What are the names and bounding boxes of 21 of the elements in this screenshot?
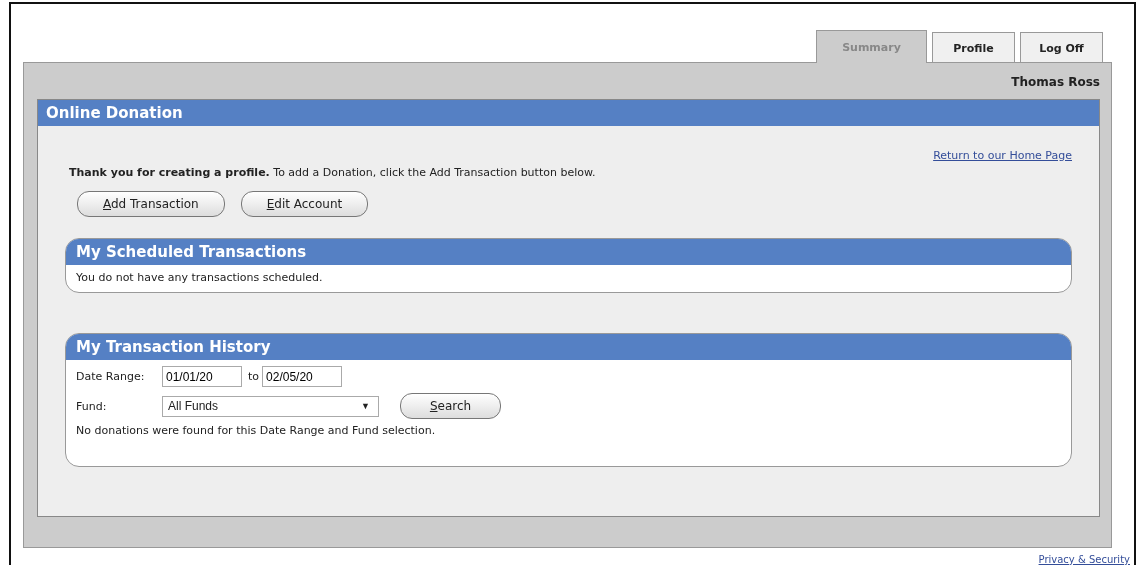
action-button[interactable]: Add Transaction bbox=[77, 191, 225, 217]
action-button[interactable]: Edit Account bbox=[240, 191, 369, 217]
search-button[interactable]: Search bbox=[400, 393, 501, 419]
message-text: You do not have any transactions scheduled. bbox=[75, 270, 324, 284]
date-field[interactable]: 02/05/20 bbox=[262, 366, 343, 387]
user-name: Thomas Ross bbox=[1010, 74, 1100, 91]
section-title: My Transaction History bbox=[66, 334, 1071, 360]
intro-text: Thank you for creating a profile. To add a Donation, click the Add Transaction button below. bbox=[68, 165, 596, 179]
field-label: to bbox=[248, 370, 260, 383]
fund-dropdown[interactable]: All Funds ▼ bbox=[162, 395, 379, 417]
tab[interactable]: Log Off bbox=[1020, 32, 1103, 63]
privacy-link[interactable]: Privacy & Security bbox=[1038, 554, 1130, 565]
home-link[interactable]: Return to our Home Page bbox=[933, 149, 1072, 162]
section-title: My Scheduled Transactions bbox=[66, 239, 1071, 265]
dropdown-arrow-icon: ▼ bbox=[361, 401, 370, 411]
panel-title: Online Donation bbox=[38, 100, 1099, 126]
message-text: No donations were found for this Date Range and Fund selection. bbox=[75, 423, 437, 437]
date-field[interactable]: 01/01/20 bbox=[162, 366, 242, 387]
field-label: Date Range: bbox=[76, 370, 146, 383]
field-label: Fund: bbox=[76, 399, 108, 413]
tab[interactable]: Profile bbox=[932, 32, 1015, 63]
